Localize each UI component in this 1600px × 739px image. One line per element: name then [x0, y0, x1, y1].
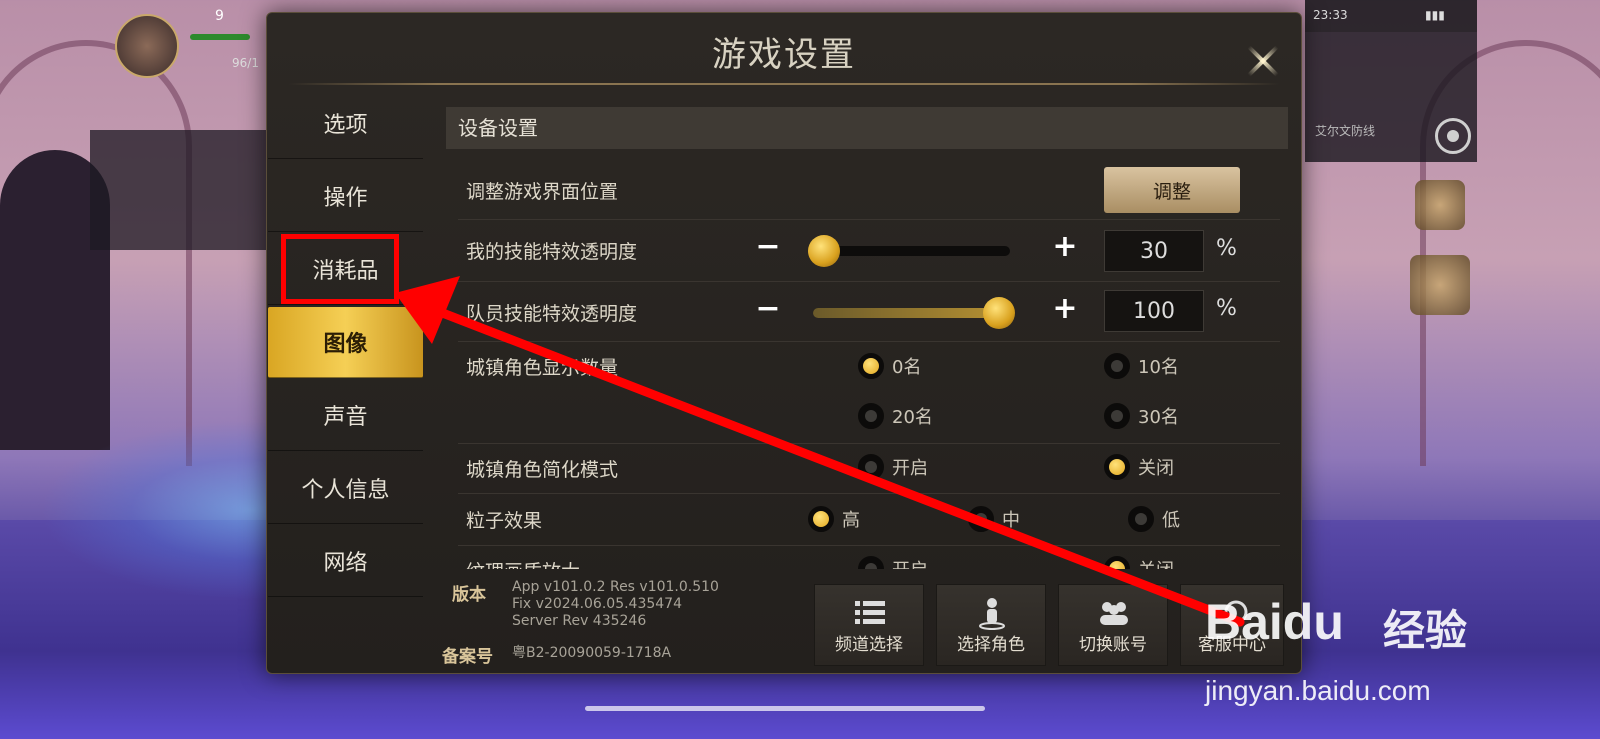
- watermark-cn: 经验: [1383, 606, 1468, 655]
- watermark-url: jingyan.baidu.com: [1205, 675, 1431, 706]
- home-indicator[interactable]: [585, 706, 985, 711]
- watermark-brand: Baidu: [1205, 594, 1344, 650]
- baidu-watermark: Baidu 经验 jingyan.baidu.com: [1205, 555, 1505, 735]
